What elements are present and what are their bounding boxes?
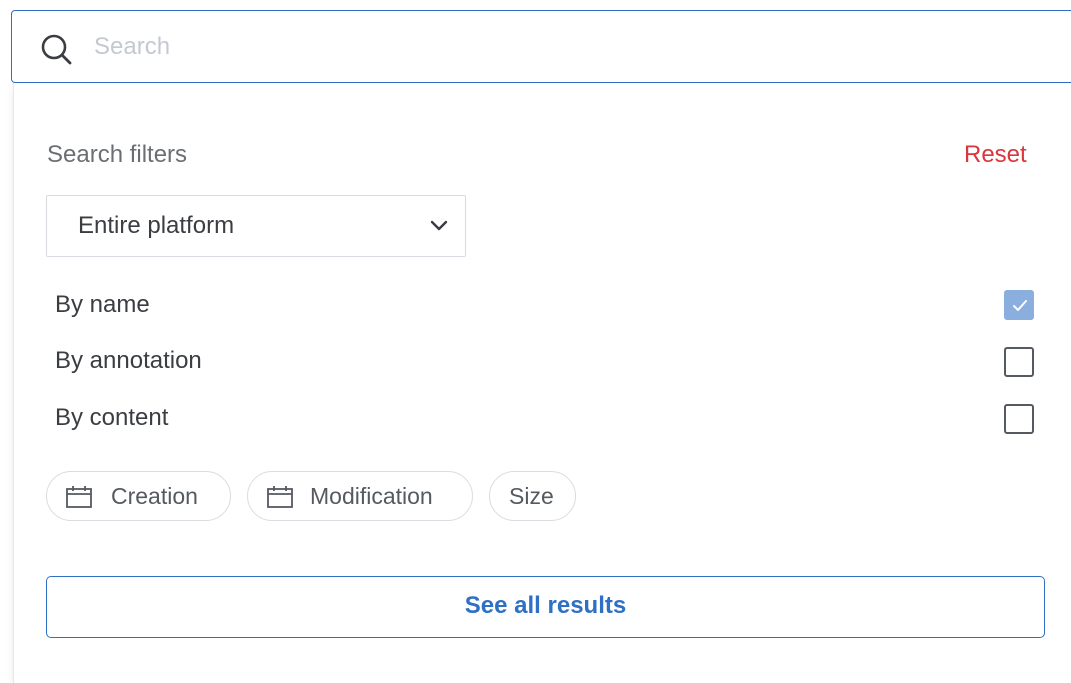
modification-chip-label: Modification (310, 483, 433, 509)
calendar-icon (66, 486, 92, 508)
search-filters-title: Search filters (47, 141, 188, 168)
see-all-results-button[interactable]: See all results (46, 576, 1045, 638)
option-by-annotation-checkbox[interactable] (1004, 347, 1034, 377)
checkmark-icon (1013, 300, 1027, 311)
search-icon (41, 34, 72, 65)
option-by-content-label: By content (55, 404, 169, 431)
creation-filter-chip[interactable]: Creation (46, 471, 231, 521)
search-bar[interactable] (11, 10, 1071, 83)
search-input[interactable] (92, 26, 996, 68)
option-by-annotation-label: By annotation (55, 347, 202, 374)
option-by-name-checkbox[interactable] (1004, 290, 1034, 320)
option-by-content-checkbox[interactable] (1004, 404, 1034, 434)
size-filter-chip[interactable]: Size (489, 471, 576, 521)
scope-dropdown[interactable]: Entire platform (46, 195, 466, 257)
size-chip-label: Size (509, 483, 554, 509)
scope-dropdown-value: Entire platform (78, 212, 235, 239)
option-by-name-label: By name (55, 291, 150, 318)
creation-chip-label: Creation (111, 483, 198, 509)
calendar-icon (267, 486, 293, 508)
modification-filter-chip[interactable]: Modification (247, 471, 473, 521)
reset-button[interactable]: Reset (964, 141, 1027, 169)
search-filters-panel: Search filters Reset Entire platform By … (13, 83, 1071, 683)
chevron-down-icon (430, 220, 448, 231)
